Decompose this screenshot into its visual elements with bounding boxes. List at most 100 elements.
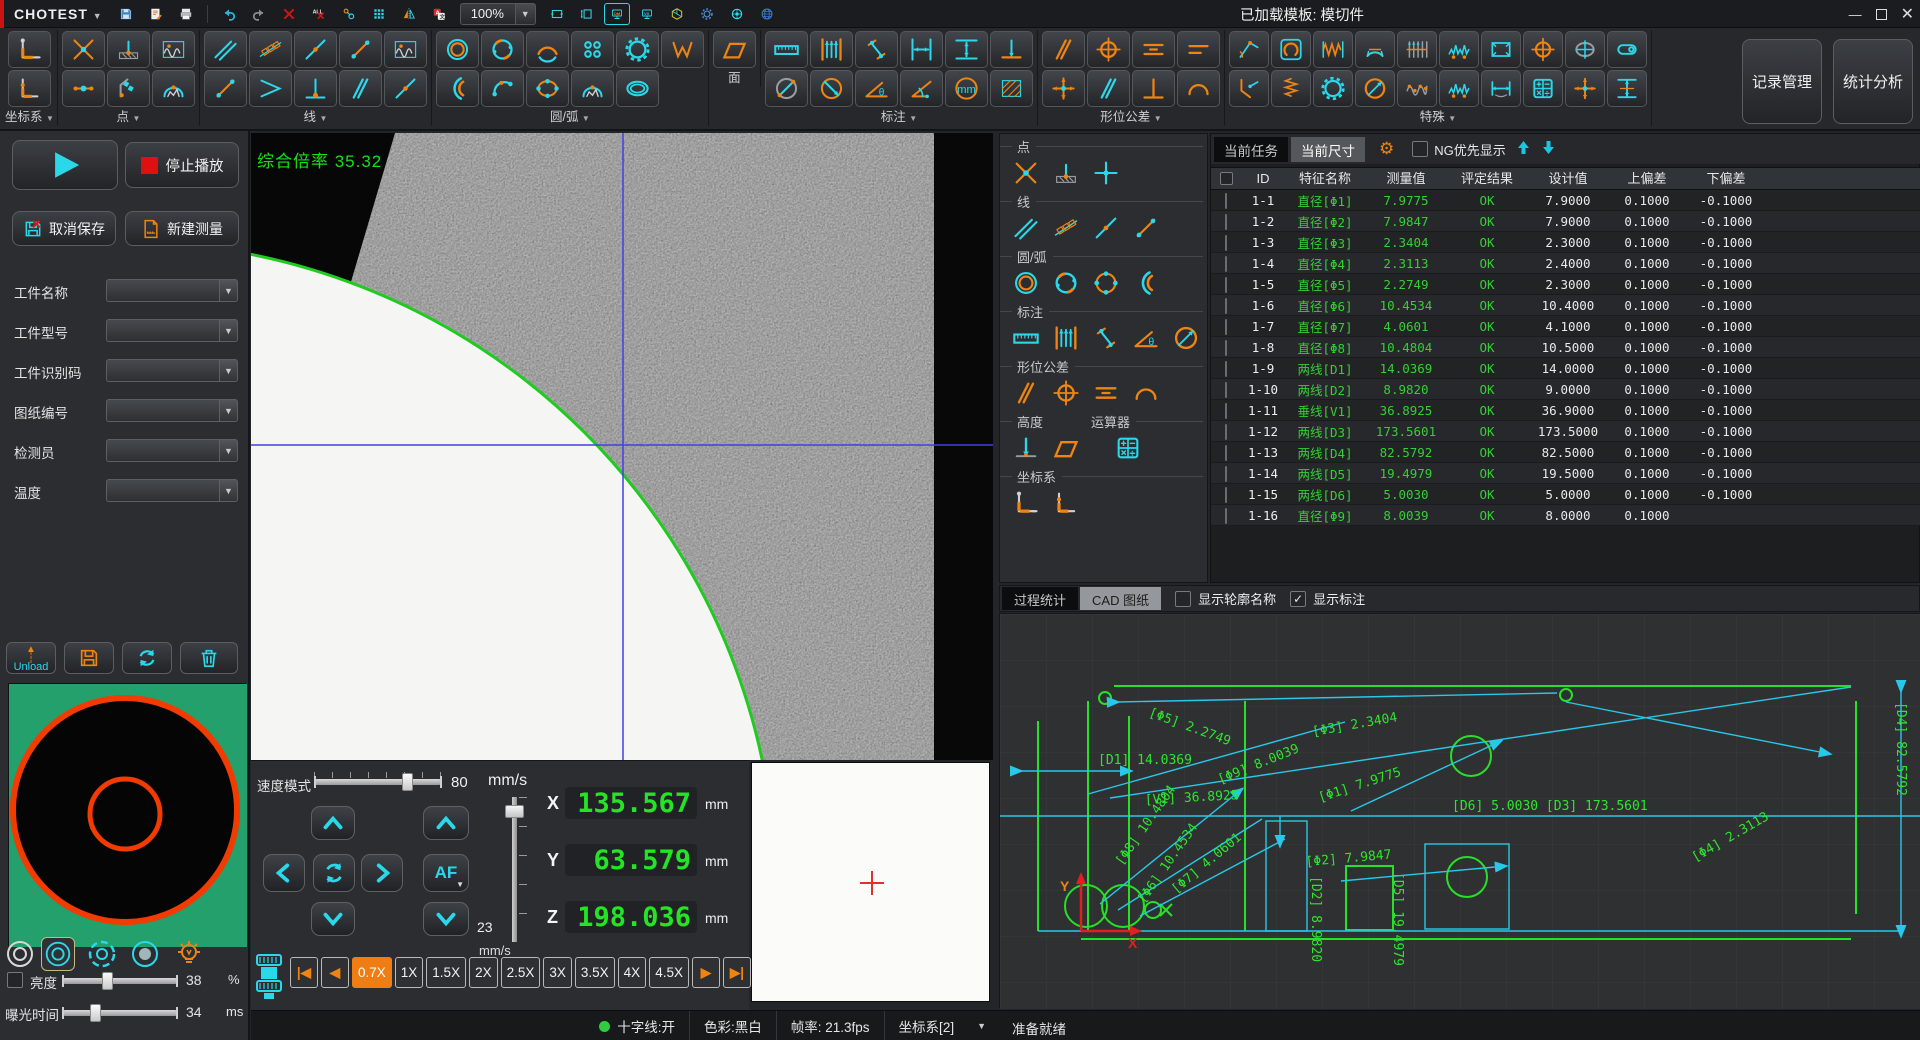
pt-pattern-icon[interactable] <box>106 70 150 107</box>
refresh-button[interactable] <box>122 642 172 674</box>
beam-span-icon[interactable] <box>1606 70 1647 107</box>
om-view-icon[interactable]: OM <box>603 2 630 25</box>
new-measurement-button[interactable]: 新建测量 <box>125 211 239 246</box>
jog-home-button[interactable] <box>313 854 355 892</box>
tab-cad-drawing[interactable]: CAD 图纸 <box>1080 587 1162 610</box>
ribbon-group-label[interactable]: 标注 ▼ <box>881 109 917 126</box>
height-drop-icon[interactable] <box>1009 433 1043 463</box>
pt-surface-icon[interactable] <box>1049 158 1083 188</box>
calc-icon[interactable] <box>1522 70 1563 107</box>
gear-blue-icon[interactable] <box>694 3 720 25</box>
line-pts-icon[interactable] <box>203 70 247 107</box>
ribbon-group-label[interactable]: 形位公差 ▼ <box>1100 109 1161 126</box>
circle2-icon[interactable] <box>1009 268 1043 298</box>
measurement-row-1-4[interactable]: 1-4 直径[Φ4] 2.3113 OK 2.4000 0.1000 -0.1000 <box>1211 253 1920 274</box>
dome-icon[interactable] <box>151 70 195 107</box>
segment-light-button[interactable] <box>85 937 119 971</box>
exposure-slider[interactable] <box>62 1004 178 1022</box>
row-checkbox[interactable] <box>1225 444 1227 461</box>
ruler-icon[interactable] <box>1009 323 1043 353</box>
pt-mid-icon[interactable] <box>61 70 105 107</box>
show-contour-names-checkbox[interactable] <box>1175 590 1192 607</box>
speed-2.5X-button[interactable]: 2.5X <box>500 957 541 988</box>
mirror-icon[interactable] <box>396 3 422 25</box>
measurement-row-1-16[interactable]: 1-16 直径[Φ9] 8.0039 OK 8.0000 0.1000 <box>1211 505 1920 526</box>
dist-circle2-icon[interactable] <box>809 70 853 107</box>
polyline-icon[interactable] <box>1049 213 1083 243</box>
measurement-row-1-5[interactable]: 1-5 直径[Φ5] 2.2749 OK 2.3000 0.1000 -0.1000 <box>1211 274 1920 295</box>
gear-teeth-icon[interactable] <box>1438 31 1479 68</box>
cube-3d-icon[interactable] <box>664 3 690 25</box>
main-menu-button[interactable]: CHOTEST ▼ <box>4 6 111 22</box>
ribbon-group-label[interactable]: 线 ▼ <box>303 109 327 126</box>
line-icon[interactable] <box>1089 213 1123 243</box>
speed-4X-button[interactable]: 4X <box>617 957 647 988</box>
dot-grid-icon[interactable] <box>570 31 614 68</box>
step-last-button[interactable]: ▶| <box>722 957 751 988</box>
speed-1.5X-button[interactable]: 1.5X <box>426 957 467 988</box>
cross-dot-icon[interactable] <box>1564 70 1605 107</box>
table-settings-gear-icon[interactable]: ⚙ <box>1373 138 1400 160</box>
measurement-row-1-10[interactable]: 1-10 两线[D2] 8.9820 OK 9.0000 0.1000 -0.1000 <box>1211 379 1920 400</box>
save-settings-button[interactable] <box>64 642 114 674</box>
tab-process-stats[interactable]: 过程统计 <box>1002 587 1079 610</box>
move-down-icon[interactable] <box>1541 140 1556 158</box>
ellipse-target-icon[interactable] <box>1564 31 1605 68</box>
step-first-button[interactable]: |◀ <box>290 957 318 988</box>
dist-skew-icon[interactable] <box>854 31 898 68</box>
dist-vlines-icon[interactable] <box>809 31 853 68</box>
stop-playback-button[interactable]: 停止播放 <box>125 142 239 188</box>
line-icon[interactable] <box>383 70 427 107</box>
ribbon-group-label[interactable]: 坐标系 ▼ <box>5 109 54 126</box>
coaxial-light-button[interactable] <box>128 937 162 971</box>
line-gauge-icon[interactable] <box>1009 213 1043 243</box>
report-icon[interactable] <box>143 3 169 25</box>
dist-vlines-icon[interactable] <box>1049 323 1083 353</box>
fit-width-icon[interactable] <box>544 3 570 25</box>
ribbon-group-label[interactable]: 特殊 ▼ <box>1420 109 1456 126</box>
ring-light-1-button[interactable] <box>3 937 37 971</box>
calc-icon[interactable] <box>1111 433 1145 463</box>
ribbon-group-label[interactable]: 点 ▼ <box>116 109 140 126</box>
温度-combo[interactable]: ▼ <box>106 479 238 502</box>
translate-icon[interactable]: A文 <box>426 3 452 25</box>
ribbon-group-label[interactable]: 圆/弧 ▼ <box>550 109 590 126</box>
wave-pts-icon[interactable] <box>1396 70 1437 107</box>
检测员-combo[interactable]: ▼ <box>106 439 238 462</box>
chevron-down-icon[interactable]: ▼ <box>515 2 536 25</box>
row-checkbox[interactable] <box>1225 465 1227 482</box>
measurement-row-1-15[interactable]: 1-15 两线[D6] 5.0030 OK 5.0000 0.1000 -0.1000 <box>1211 484 1920 505</box>
speed-3X-button[interactable]: 3X <box>543 957 572 988</box>
pt-cross-icon[interactable] <box>61 31 105 68</box>
shape-v-icon[interactable] <box>660 31 704 68</box>
speed-1X-button[interactable]: 1X <box>394 957 424 988</box>
unload-button[interactable]: ▲ ┆ Unload <box>6 642 56 674</box>
gear-circle-icon[interactable] <box>1312 70 1353 107</box>
工件型号-combo[interactable]: ▼ <box>106 319 238 342</box>
redo-icon[interactable] <box>246 3 272 25</box>
mm-label-icon[interactable]: mm <box>944 70 988 107</box>
perp-icon[interactable] <box>1131 70 1175 107</box>
dist-h-icon[interactable] <box>899 31 943 68</box>
line-pts-icon[interactable] <box>1129 213 1163 243</box>
row-checkbox[interactable] <box>1225 423 1227 440</box>
profile-arc-icon[interactable] <box>1176 70 1220 107</box>
pt-surface-icon[interactable] <box>106 31 150 68</box>
measurement-row-1-6[interactable]: 1-6 直径[Φ6] 10.4534 OK 10.4000 0.1000 -0.1000 <box>1211 295 1920 316</box>
measurement-row-1-12[interactable]: 1-12 两线[D3] 173.5601 OK 173.5000 0.1000 -0.1… <box>1211 421 1920 442</box>
zoom-level-combo[interactable]: 100% ▼ <box>459 2 536 25</box>
ng-priority-checkbox[interactable] <box>1412 141 1429 157</box>
line-gauge-icon[interactable] <box>203 31 247 68</box>
cross-dot-icon[interactable] <box>1041 70 1085 107</box>
jog-x-minus-button[interactable] <box>263 854 305 892</box>
minimize-button[interactable]: — <box>1849 7 1862 22</box>
axes2-icon[interactable] <box>7 70 51 107</box>
profile-arc-icon[interactable] <box>1129 378 1163 408</box>
delete-all-icon[interactable]: ALL <box>306 3 332 25</box>
row-checkbox[interactable] <box>1225 192 1227 209</box>
ruler-icon[interactable] <box>764 31 808 68</box>
measurement-row-1-11[interactable]: 1-11 垂线[V1] 36.8925 OK 36.9000 0.1000 -0.100… <box>1211 400 1920 421</box>
circle-arc-icon[interactable] <box>525 31 569 68</box>
ellipse-pts-icon[interactable] <box>525 70 569 107</box>
angle-q-icon[interactable]: θ <box>1129 323 1163 353</box>
